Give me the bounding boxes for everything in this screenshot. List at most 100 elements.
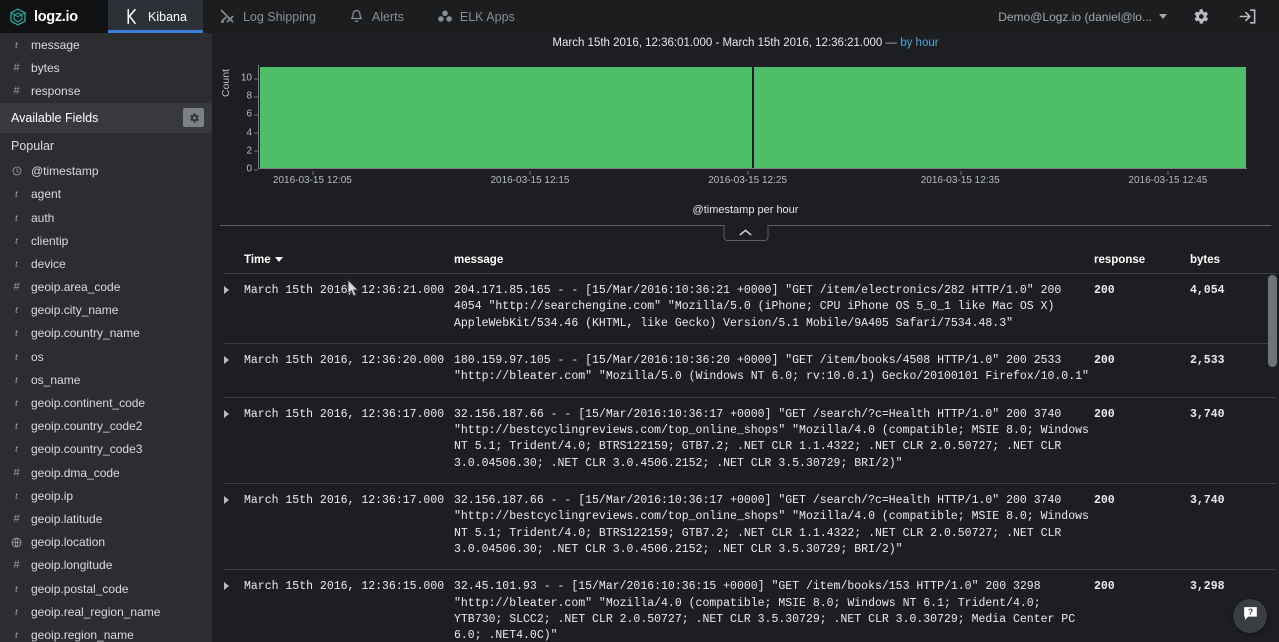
gear-icon [189, 113, 199, 123]
histogram-chart[interactable]: Count 0 2 4 6 8 10 2016-03-15 12:05 2016-03-15… [212, 53, 1247, 188]
selected-fields-list: t message # bytes # response [0, 33, 212, 103]
column-header-message[interactable]: message [454, 252, 1094, 274]
collapse-histogram-button[interactable] [723, 225, 768, 241]
available-fields-header: Available Fields [0, 102, 212, 133]
number-type-icon: # [13, 466, 20, 479]
sidebar-field-message[interactable]: t message [0, 33, 212, 56]
help-button[interactable]: ? [1233, 599, 1267, 633]
tools-icon [219, 8, 236, 25]
column-header-time[interactable]: Time [244, 252, 454, 274]
user-account-menu[interactable]: Demo@Logz.io (daniel@lo... [988, 10, 1177, 24]
sidebar-field-label: response [31, 83, 81, 98]
sidebar-field-geoip-ip[interactable]: t geoip.ip [0, 484, 212, 507]
nav-tab-alerts[interactable]: Alerts [332, 0, 420, 33]
nav-tab-kibana-label: Kibana [148, 9, 187, 24]
chevron-up-icon [739, 229, 752, 236]
expand-row-cell[interactable] [224, 343, 244, 398]
globe-icon [11, 537, 22, 548]
number-type-icon: # [13, 512, 20, 525]
expand-row-cell[interactable] [224, 273, 244, 344]
sidebar-field-os[interactable]: t os [0, 345, 212, 368]
sidebar-field-label: geoip.location [31, 535, 106, 550]
table-row[interactable]: March 15th 2016, 12:36:21.000 204.171.85.… [224, 273, 1276, 344]
x-tick-label: 2016-03-15 12:45 [1128, 171, 1208, 186]
sidebar-field-label: auth [31, 210, 55, 225]
x-tick-label: 2016-03-15 12:15 [490, 171, 570, 186]
x-axis-ticks: 2016-03-15 12:05 2016-03-15 12:15 2016-03-… [258, 171, 1247, 187]
table-row[interactable]: March 15th 2016, 12:36:17.000 32.156.187.… [224, 397, 1276, 484]
nav-tab-elk-apps[interactable]: ELK Apps [420, 0, 531, 33]
sidebar-field-label: geoip.real_region_name [31, 604, 161, 619]
y-tick-label: 2 [232, 145, 258, 156]
expand-row-icon[interactable] [224, 495, 229, 504]
table-row[interactable]: March 15th 2016, 12:36:20.000 180.159.97.… [224, 343, 1276, 398]
sidebar-field-clientip[interactable]: t clientip [0, 229, 212, 252]
cell-time: March 15th 2016, 12:36:20.000 [244, 343, 454, 398]
results-scrollbar[interactable] [1268, 261, 1277, 642]
settings-button[interactable] [1177, 7, 1224, 26]
y-tick-label: 6 [232, 109, 258, 120]
string-type-icon: t [14, 350, 19, 363]
sidebar-field-bytes[interactable]: # bytes [0, 56, 212, 79]
nav-tab-log-shipping[interactable]: Log Shipping [203, 0, 332, 33]
user-account-label: Demo@Logz.io (daniel@lo... [998, 9, 1152, 24]
sidebar-field--timestamp[interactable]: @timestamp [0, 160, 212, 183]
string-type-icon: t [14, 304, 19, 317]
sidebar-field-geoip-real-region-name[interactable]: t geoip.real_region_name [0, 600, 212, 623]
column-header-bytes[interactable]: bytes [1190, 252, 1276, 274]
popular-fields-title: Popular [11, 139, 55, 154]
sidebar-field-label: geoip.country_code2 [31, 419, 143, 434]
svg-text:?: ? [1247, 606, 1252, 616]
sidebar-field-geoip-dma-code[interactable]: # geoip.dma_code [0, 461, 212, 484]
expand-row-icon[interactable] [224, 409, 229, 418]
sidebar-field-geoip-continent-code[interactable]: t geoip.continent_code [0, 391, 212, 414]
documents-table-body: March 15th 2016, 12:36:21.000 204.171.85.… [224, 273, 1276, 642]
sidebar-field-device[interactable]: t device [0, 252, 212, 275]
expand-row-cell[interactable] [224, 397, 244, 484]
sidebar-field-geoip-postal-code[interactable]: t geoip.postal_code [0, 577, 212, 600]
string-type-icon: t [14, 234, 19, 247]
documents-table-scroll[interactable]: Time message response bytes March 15th 2… [212, 252, 1279, 642]
sidebar-field-geoip-city-name[interactable]: t geoip.city_name [0, 299, 212, 322]
sidebar-field-geoip-country-code3[interactable]: t geoip.country_code3 [0, 438, 212, 461]
y-tick-label: 8 [232, 91, 258, 102]
sidebar-field-geoip-location[interactable]: geoip.location [0, 531, 212, 554]
expand-row-icon[interactable] [224, 582, 229, 591]
sidebar-field-label: os [31, 349, 44, 364]
sidebar-field-response[interactable]: # response [0, 79, 212, 102]
histogram-interval-link[interactable]: by hour [900, 37, 938, 49]
cell-response: 200 [1094, 569, 1190, 642]
sidebar-field-geoip-region-name[interactable]: t geoip.region_name [0, 623, 212, 642]
column-header-response[interactable]: response [1094, 252, 1190, 274]
expand-row-cell[interactable] [224, 569, 244, 642]
expand-row-cell[interactable] [224, 483, 244, 571]
expand-row-icon[interactable] [224, 286, 229, 294]
histogram-range-label: March 15th 2016, 12:36:01.000 - March 15… [552, 37, 883, 49]
histogram-plot-area [258, 65, 1247, 169]
histogram-bar[interactable] [753, 67, 1246, 168]
sidebar-field-geoip-area-code[interactable]: # geoip.area_code [0, 276, 212, 299]
sidebar-field-agent[interactable]: t agent [0, 183, 212, 206]
sidebar-field-auth[interactable]: t auth [0, 206, 212, 229]
cell-message: 204.171.85.165 - - [15/Mar/2016:10:36:21… [454, 273, 1094, 344]
sidebar-field-label: geoip.longitude [31, 558, 113, 573]
histogram-bar[interactable] [260, 67, 753, 168]
top-navigation-bar: logz.io Kibana Log Shipping Alerts ELK A… [0, 0, 1279, 33]
field-settings-button[interactable] [183, 108, 204, 128]
sidebar-field-label: geoip.country_name [31, 326, 140, 341]
sidebar-field-geoip-latitude[interactable]: # geoip.latitude [0, 507, 212, 530]
table-row[interactable]: March 15th 2016, 12:36:15.000 32.45.101.9… [224, 569, 1276, 642]
sidebar-field-geoip-country-code2[interactable]: t geoip.country_code2 [0, 415, 212, 438]
logout-button[interactable] [1224, 7, 1271, 26]
cell-message: 32.45.101.93 - - [15/Mar/2016:10:36:15 +… [454, 569, 1094, 642]
scrollbar-thumb[interactable] [1268, 275, 1277, 367]
sidebar-field-os-name[interactable]: t os_name [0, 368, 212, 391]
table-row[interactable]: March 15th 2016, 12:36:17.000 32.156.187.… [224, 483, 1276, 571]
nav-tab-kibana[interactable]: Kibana [108, 0, 203, 33]
expand-row-icon[interactable] [224, 355, 229, 364]
sidebar-field-geoip-country-name[interactable]: t geoip.country_name [0, 322, 212, 345]
x-axis-label: @timestamp per hour [692, 204, 799, 216]
logzio-brand[interactable]: logz.io [0, 0, 108, 33]
sidebar-field-label: message [31, 37, 80, 52]
sidebar-field-geoip-longitude[interactable]: # geoip.longitude [0, 554, 212, 577]
